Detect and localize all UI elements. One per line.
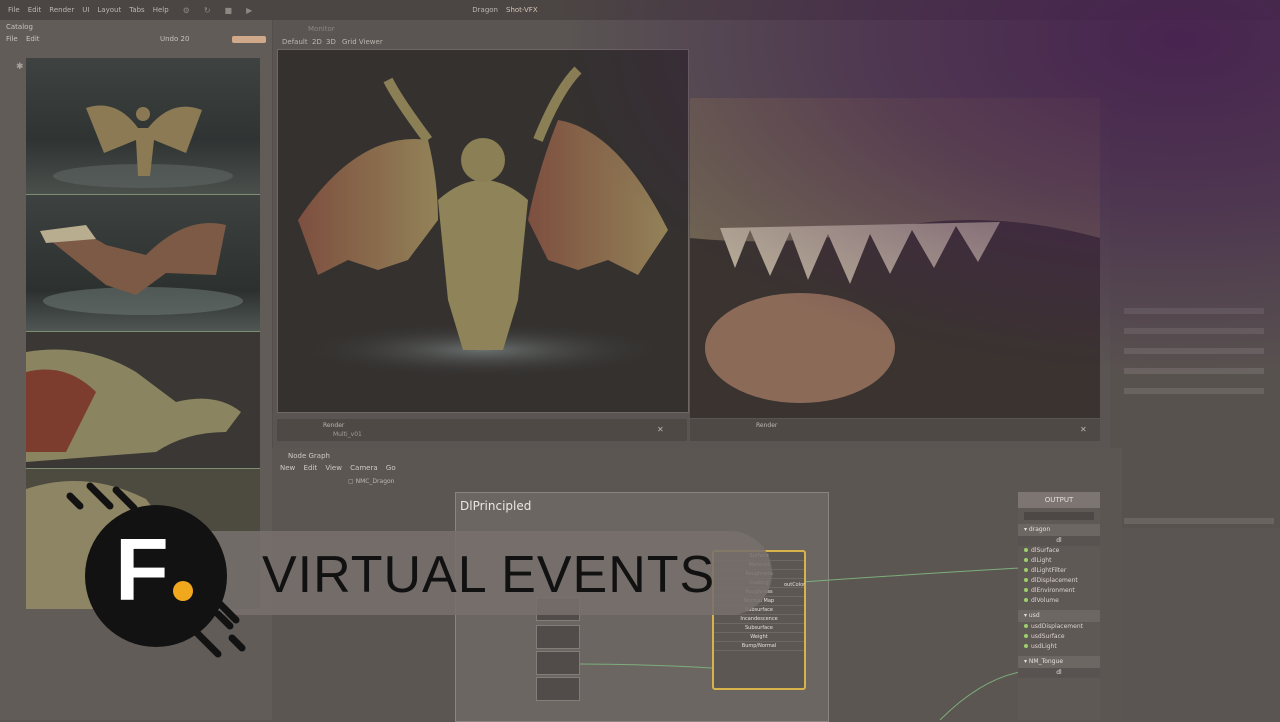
output-section-tongue[interactable]: ▾ NM_Tongue xyxy=(1018,656,1100,668)
brand-logo: F xyxy=(85,505,227,647)
output-port[interactable]: usdDisplacement xyxy=(1018,622,1100,632)
output-port-label: outColor xyxy=(784,582,806,588)
section-label: NM_Tongue xyxy=(1028,658,1064,665)
output-port[interactable]: dlEnvironment xyxy=(1018,586,1100,596)
output-port[interactable]: usdLight xyxy=(1018,642,1100,652)
logo-dot xyxy=(173,581,193,601)
section-label: dragon xyxy=(1028,526,1051,533)
output-port[interactable]: dlLightFilter xyxy=(1018,566,1100,576)
output-port[interactable]: dlVolume xyxy=(1018,596,1100,606)
virtual-events-banner: VIRTUAL EVENTS xyxy=(170,531,772,615)
output-node[interactable]: OUTPUT ▾ dragon dl dlSurface dlLight dlL… xyxy=(1018,492,1100,720)
banner-title: VIRTUAL EVENTS xyxy=(262,546,716,604)
shader-row: Subsurface xyxy=(714,624,804,633)
output-port[interactable]: dlSurface xyxy=(1018,546,1100,556)
output-section-dragon[interactable]: ▾ dragon xyxy=(1018,524,1100,536)
output-port[interactable]: usdSurface xyxy=(1018,632,1100,642)
output-search-input[interactable] xyxy=(1024,512,1094,520)
output-port[interactable]: dlDisplacement xyxy=(1018,576,1100,586)
output-subsection: dl xyxy=(1018,536,1100,546)
section-label: usd xyxy=(1028,612,1040,619)
shader-row: Weight xyxy=(714,633,804,642)
shader-row: Incandescence xyxy=(714,615,804,624)
output-section-usd[interactable]: ▾ usd xyxy=(1018,610,1100,622)
output-port[interactable]: dlLight xyxy=(1018,556,1100,566)
output-title: OUTPUT xyxy=(1018,492,1100,508)
output-subsection: dl xyxy=(1018,668,1100,678)
logo-letter: F xyxy=(115,520,169,619)
shader-row: Bump/Normal xyxy=(714,642,804,651)
